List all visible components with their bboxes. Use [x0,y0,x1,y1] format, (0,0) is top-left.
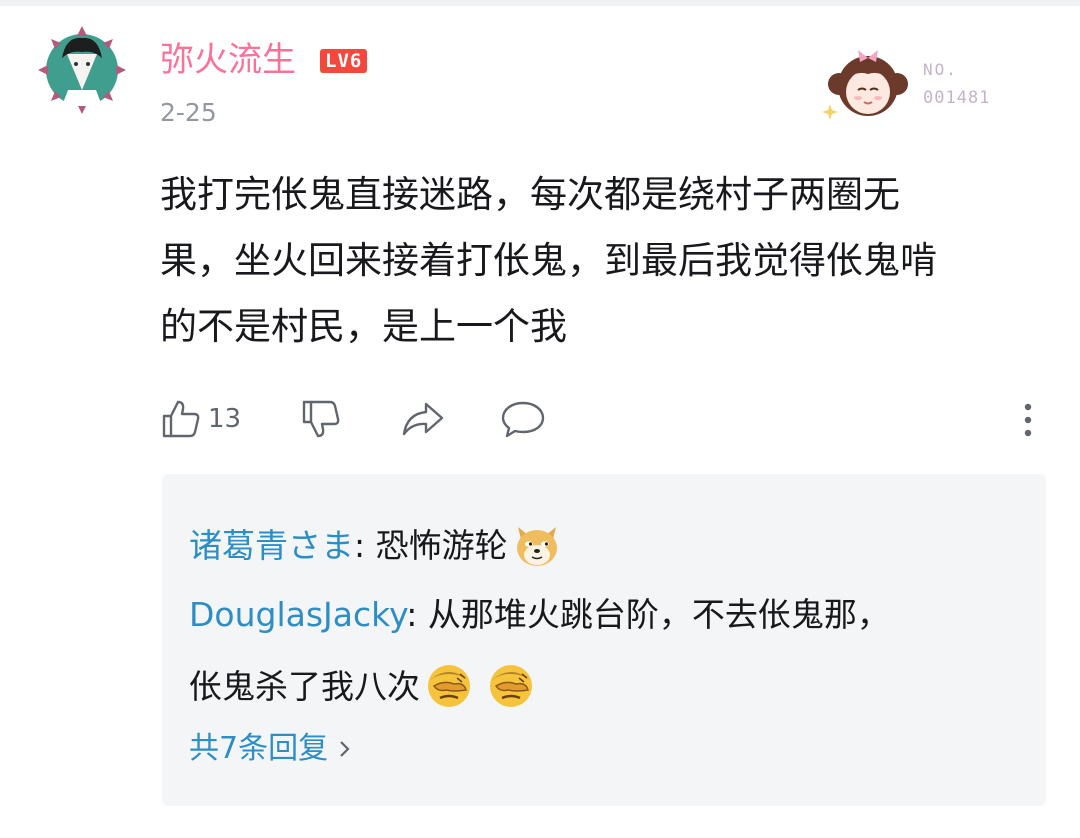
level-badge: LV6 [320,49,368,73]
comment-bubble-icon [501,401,545,438]
dislike-button[interactable] [300,396,342,442]
reply-button[interactable] [500,396,546,442]
facepalm-emoji [486,660,536,721]
reply-item[interactable]: 诸葛青さま: 恐怖游轮 [189,519,562,580]
comment-text-line: 我打完伥鬼直接迷路，每次都是绕村子两圈无 [160,173,900,216]
reply-text: 从那堆火跳台阶，不去伥鬼那， [427,595,890,634]
thumbs-down-icon [302,400,340,438]
comment-text: 我打完伥鬼直接迷路，每次都是绕村子两圈无 果，坐火回来接着打伥鬼，到最后我觉得伥… [160,162,1040,360]
share-icon [402,402,444,436]
fan-badge-no-label: NO. [923,60,958,79]
reply-username[interactable]: DouglasJacky [189,595,406,634]
chevron-right-icon [340,741,350,757]
reply-username[interactable]: 诸葛青さま [189,526,354,565]
like-button[interactable]: 13 [160,396,241,442]
reply-separator: : [406,595,428,634]
reply-item-continuation[interactable]: 伥鬼杀了我八次 [189,660,536,721]
reply-item[interactable]: DouglasJacky: 从那堆火跳台阶，不去伥鬼那， [189,593,890,637]
facepalm-emoji [424,660,474,721]
more-options-button[interactable] [1016,398,1040,442]
user-avatar[interactable] [36,24,128,116]
reply-preview-box[interactable]: 诸葛青さま: 恐怖游轮 DouglasJacky: 从那堆火跳台阶，不去伥鬼那，… [162,474,1046,806]
thumbs-up-icon [162,400,200,438]
comment-date: 2-25 [160,98,217,127]
fan-badge-avatar [822,40,914,122]
doge-emoji [512,519,562,580]
share-button[interactable] [400,396,446,442]
username[interactable]: 弥火流生 [160,38,296,82]
comment-action-bar: 13 [160,396,1040,442]
view-all-replies-label: 共7条回复 [189,731,329,766]
view-all-replies-link[interactable]: 共7条回复 [189,729,352,769]
reply-text: 伥鬼杀了我八次 [189,667,420,706]
like-count: 13 [208,404,242,434]
vertical-dots-icon [1024,403,1032,437]
reply-text: 恐怖游轮 [375,526,508,565]
top-divider [0,0,1080,6]
comment-text-line: 果，坐火回来接着打伥鬼，到最后我觉得伥鬼啃 [160,239,937,282]
reply-separator: : [354,526,376,565]
fan-badge-number: 001481 [923,88,991,108]
comment-text-line: 的不是村民，是上一个我 [160,305,567,348]
